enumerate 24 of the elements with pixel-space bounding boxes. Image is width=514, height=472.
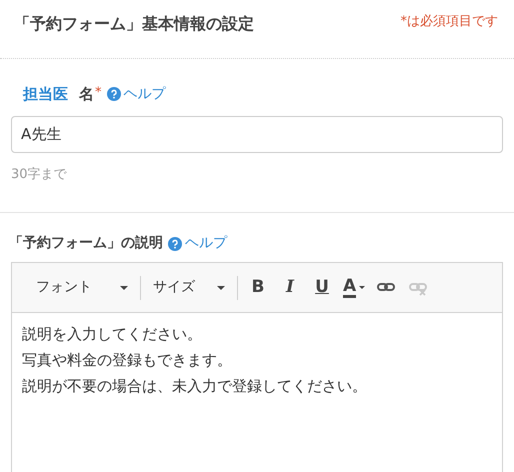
- bold-button[interactable]: B: [242, 274, 274, 300]
- field-label: 担当医: [23, 84, 68, 105]
- dropdown-button[interactable]: サイズ: [145, 274, 233, 300]
- help-link[interactable]: ヘルプ: [124, 84, 166, 105]
- hint-text: 30字まで: [11, 166, 68, 184]
- dropdown-button[interactable]: フォント: [22, 274, 136, 300]
- caret-icon: [217, 286, 225, 290]
- page-title: 「予約フォーム」基本情報の設定: [14, 13, 254, 35]
- required-note: *は必須項目です: [400, 13, 499, 31]
- help-icon[interactable]: [106, 87, 120, 102]
- name-input[interactable]: A先生: [11, 116, 503, 152]
- editor-text-line: 写真や料金の登録もできます。: [22, 350, 233, 371]
- text-color-button[interactable]: A: [338, 274, 370, 300]
- help-link[interactable]: ヘルプ: [185, 233, 227, 254]
- caret-icon: [120, 286, 128, 290]
- editor-text-line: 説明を入力してください。: [22, 324, 203, 345]
- italic-button[interactable]: I: [274, 274, 306, 300]
- underline-button[interactable]: U: [306, 274, 338, 300]
- field-label: 名: [79, 84, 94, 105]
- editor-text-line: 説明が不要の場合は、未入力で登録してください。: [22, 376, 368, 397]
- caret-icon: [359, 286, 366, 289]
- required-mark: *: [95, 84, 102, 102]
- help-icon[interactable]: [168, 236, 182, 250]
- field-label: 「予約フォーム」の説明: [9, 234, 163, 253]
